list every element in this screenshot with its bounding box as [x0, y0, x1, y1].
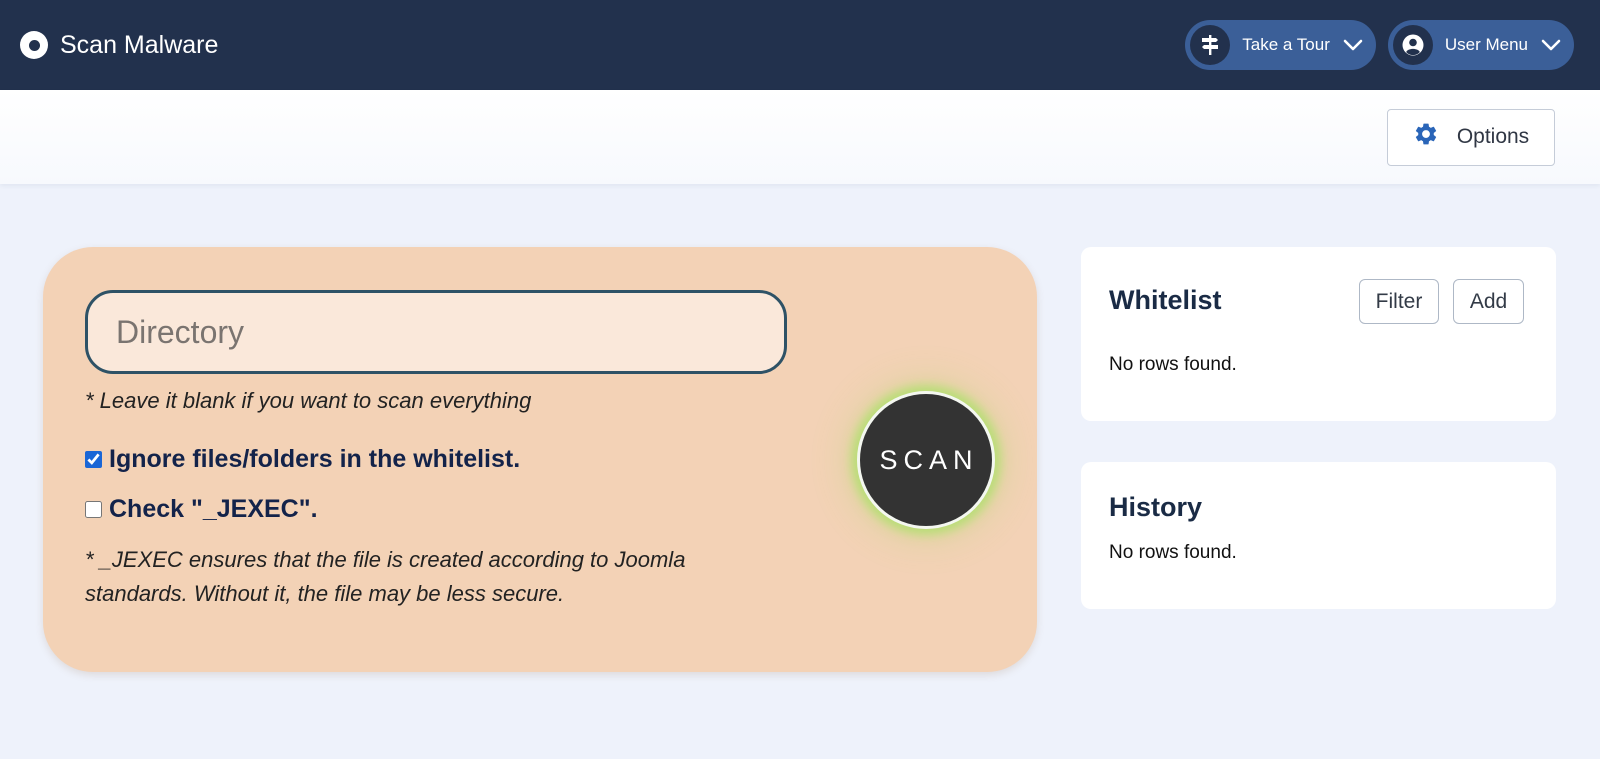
- check-jexec-checkbox[interactable]: [85, 501, 102, 518]
- directory-hint: * Leave it blank if you want to scan eve…: [85, 388, 532, 413]
- options-button[interactable]: Options: [1387, 108, 1555, 166]
- page-title: Scan Malware: [60, 30, 219, 59]
- check-jexec-label: Check "_JEXEC".: [109, 495, 318, 523]
- target-circle-icon: [20, 31, 48, 59]
- whitelist-empty-text: No rows found.: [1109, 354, 1237, 375]
- take-a-tour-label: Take a Tour: [1242, 35, 1330, 54]
- ignore-whitelist-checkbox[interactable]: [85, 451, 102, 468]
- scan-panel: * Leave it blank if you want to scan eve…: [43, 247, 1037, 672]
- whitelist-title: Whitelist: [1109, 285, 1222, 315]
- header-actions: Take a Tour User Menu: [1185, 20, 1574, 70]
- gear-icon: [1413, 121, 1439, 153]
- filter-button[interactable]: Filter: [1359, 279, 1439, 324]
- scan-button[interactable]: SCAN: [857, 391, 995, 529]
- brand: Scan Malware: [20, 31, 218, 60]
- user-circle-icon: [1392, 25, 1433, 65]
- history-title: History: [1109, 492, 1203, 522]
- history-panel: History No rows found.: [1081, 462, 1556, 609]
- user-menu-label: User Menu: [1444, 35, 1528, 54]
- ignore-whitelist-label: Ignore files/folders in the whitelist.: [109, 445, 521, 473]
- whitelist-panel: Whitelist Filter Add No rows found.: [1081, 247, 1556, 421]
- take-a-tour-button[interactable]: Take a Tour: [1185, 20, 1376, 70]
- chevron-down-icon: [1540, 34, 1562, 56]
- options-label: Options: [1456, 125, 1530, 148]
- toolbar: Options: [0, 90, 1600, 184]
- history-empty-text: No rows found.: [1109, 542, 1237, 563]
- jexec-hint: * _JEXEC ensures that the file is create…: [85, 547, 686, 606]
- add-button[interactable]: Add: [1453, 279, 1524, 324]
- chevron-down-icon: [1342, 34, 1364, 56]
- ignore-whitelist-option[interactable]: Ignore files/folders in the whitelist.: [85, 445, 520, 474]
- top-header: Scan Malware Take a Tour User Menu: [0, 0, 1600, 90]
- check-jexec-option[interactable]: Check "_JEXEC".: [85, 495, 318, 524]
- directory-input[interactable]: [85, 290, 787, 374]
- signpost-icon: [1190, 25, 1231, 65]
- user-menu-button[interactable]: User Menu: [1387, 20, 1574, 70]
